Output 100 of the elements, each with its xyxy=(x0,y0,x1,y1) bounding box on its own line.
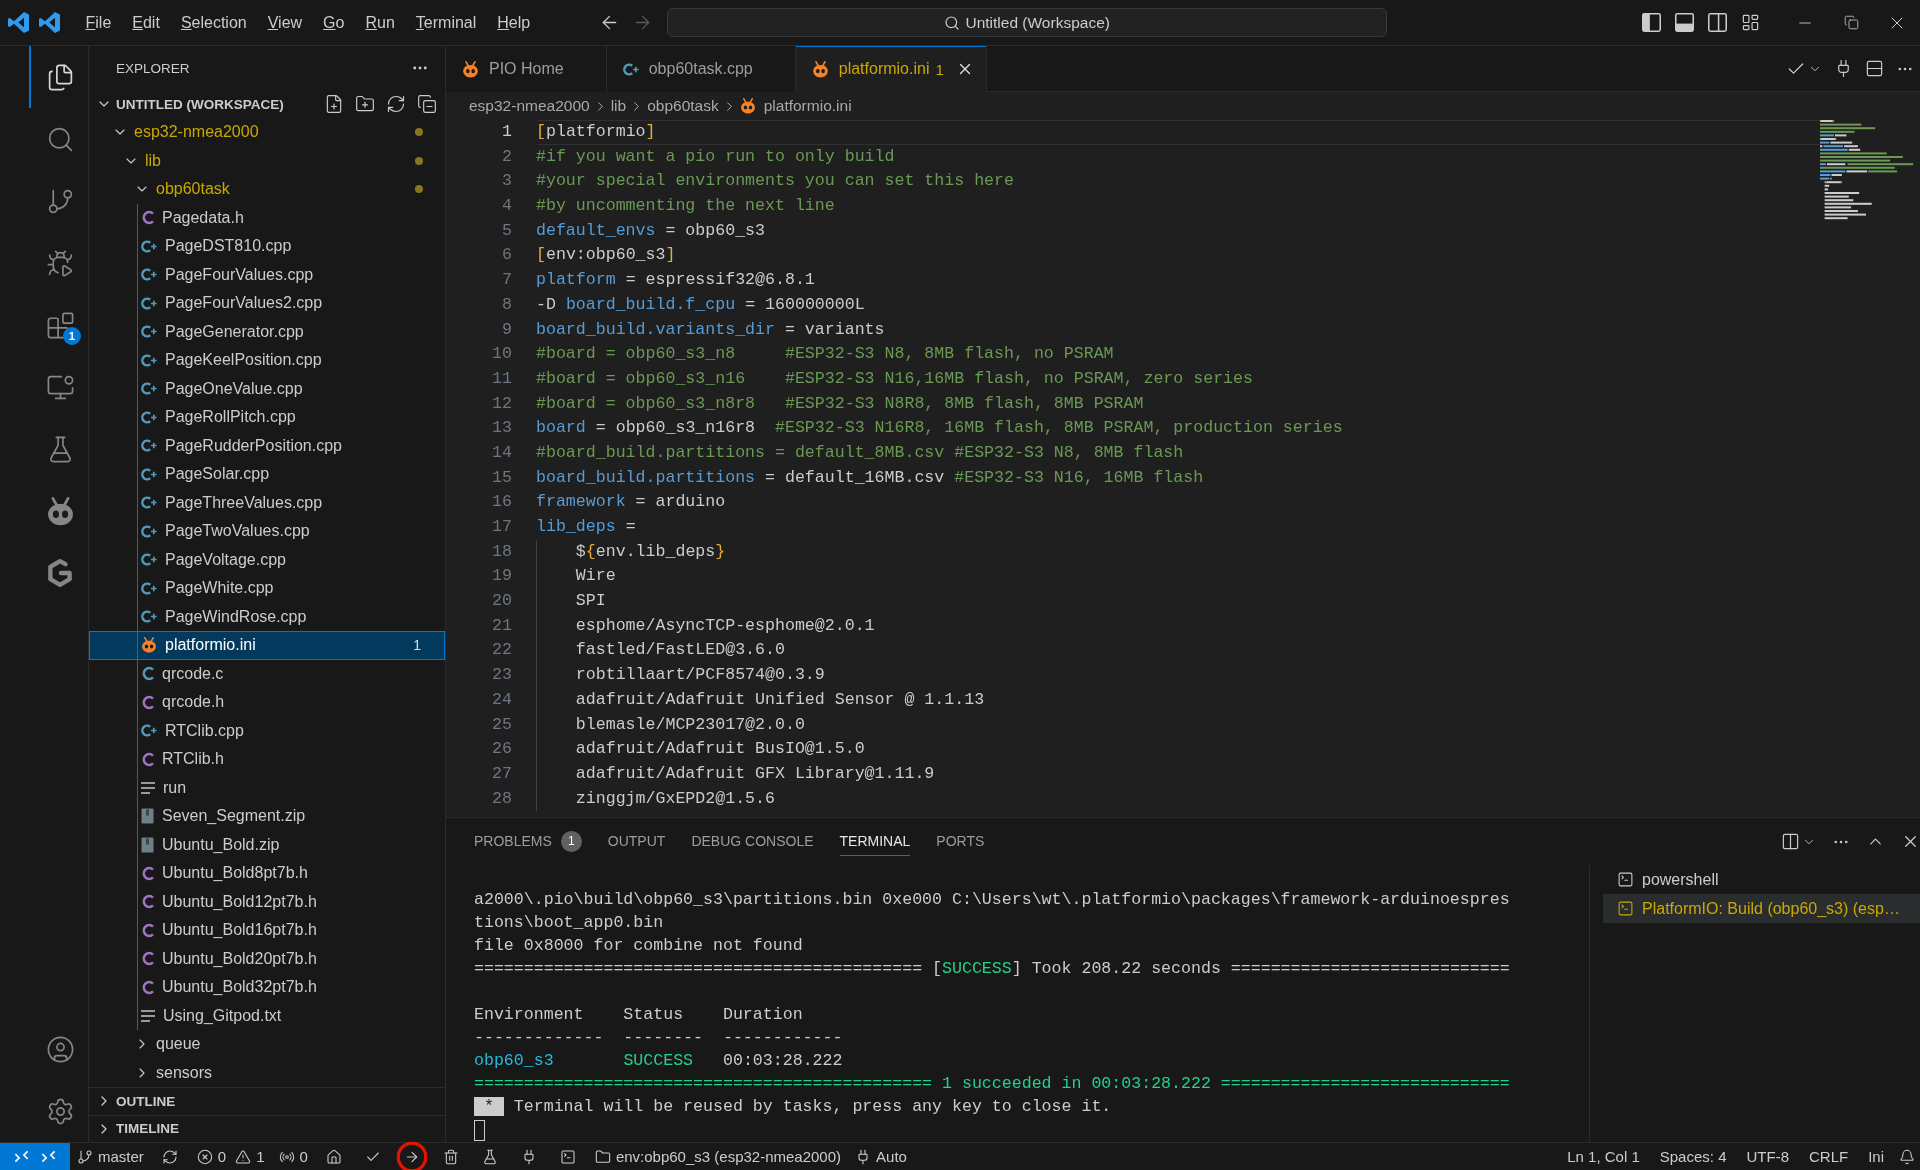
menu-item[interactable]: View xyxy=(257,7,313,38)
flask-icon[interactable] xyxy=(482,1148,499,1165)
tree-item[interactable]: PageWindRose.cpp xyxy=(89,602,445,631)
terminal-icon xyxy=(1617,900,1634,917)
new-file-icon[interactable] xyxy=(324,94,344,114)
tree-item[interactable]: PageWhite.cpp xyxy=(89,574,445,603)
line-number: 22 xyxy=(491,639,512,662)
tree-item[interactable]: Ubuntu_Bold.zip xyxy=(89,830,445,859)
error-icon xyxy=(196,1148,213,1165)
panel-tab[interactable]: PROBLEMS 1 xyxy=(474,827,582,856)
status-item[interactable]: env:obp60_s3 (esp32-nmea2000) xyxy=(587,1143,849,1170)
menu-item[interactable]: Run xyxy=(354,7,406,38)
panel-bottom-icon[interactable] xyxy=(1675,13,1694,32)
tree-item[interactable]: Ubuntu_Bold32pt7b.h xyxy=(89,973,445,1002)
tree-item[interactable]: PageFourValues2.cpp xyxy=(89,289,445,318)
status-item[interactable]: 0 xyxy=(271,1143,315,1170)
tree-item[interactable]: sensors xyxy=(89,1058,445,1087)
tree-item[interactable]: PageOneValue.cpp xyxy=(89,374,445,403)
tree-item[interactable]: Pagedata.h xyxy=(89,203,445,232)
tree-item[interactable]: Ubuntu_Bold16pt7b.h xyxy=(89,916,445,945)
menu-item[interactable]: Edit xyxy=(121,7,171,38)
editor-tab[interactable]: obp60task.cpp xyxy=(606,46,796,92)
tree-item[interactable]: PageThreeValues.cpp xyxy=(89,488,445,517)
sidebar-right-icon[interactable] xyxy=(1708,13,1727,32)
status-item[interactable]: Spaces: 4 xyxy=(1649,1143,1737,1170)
status-item[interactable]: CRLF xyxy=(1799,1143,1859,1170)
tree-item[interactable]: RTClib.cpp xyxy=(89,716,445,745)
activity-bar-button[interactable]: 1 xyxy=(29,294,89,356)
menu-item[interactable]: Terminal xyxy=(405,7,487,38)
tree-item[interactable]: PageRudderPosition.cpp xyxy=(89,431,445,460)
tree-item[interactable]: esp32-nmea2000 xyxy=(89,118,445,147)
tree-item[interactable]: Using_Gitpod.txt xyxy=(89,1001,445,1030)
editor-tab[interactable]: platformio.ini 1 xyxy=(795,46,987,92)
tree-item[interactable]: PageSolar.cpp xyxy=(89,460,445,489)
tree-item[interactable]: queue xyxy=(89,1030,445,1059)
new-folder-icon[interactable] xyxy=(355,94,375,114)
tree-item[interactable]: Ubuntu_Bold20pt7b.h xyxy=(89,944,445,973)
tree-item[interactable]: PageDST810.cpp xyxy=(89,232,445,261)
status-item[interactable]: master xyxy=(70,1143,151,1170)
sync-icon[interactable] xyxy=(162,1148,179,1165)
tree-item[interactable]: Seven_Segment.zip xyxy=(89,802,445,831)
menu-item[interactable]: Help xyxy=(486,7,541,38)
workspace-header[interactable]: UNTITLED (WORKSPACE) xyxy=(96,92,284,116)
status-item[interactable]: Auto xyxy=(848,1143,914,1170)
tree-item[interactable]: PageVoltage.cpp xyxy=(89,545,445,574)
breadcrumb-item[interactable]: obp60task xyxy=(647,97,719,115)
panel-tab[interactable]: OUTPUT xyxy=(607,827,666,856)
refresh-icon[interactable] xyxy=(386,94,406,114)
line-number: 2 xyxy=(501,145,512,168)
breadcrumb-item[interactable]: lib xyxy=(610,97,627,115)
status-item[interactable]: UTF-8 xyxy=(1736,1143,1799,1170)
layout-icon[interactable] xyxy=(1741,13,1760,32)
split-terminal-icon[interactable] xyxy=(1781,832,1800,851)
c-icon xyxy=(141,979,154,995)
code-line: platform = espressif32@6.8.1 xyxy=(536,269,815,292)
tree-item[interactable]: RTClib.h xyxy=(89,745,445,774)
menu-item[interactable]: Go xyxy=(312,7,355,38)
tree-item[interactable]: PageGenerator.cpp xyxy=(89,317,445,346)
problems-button[interactable]: 0 1 xyxy=(189,1143,272,1170)
tree-item[interactable]: run xyxy=(89,773,445,802)
alien-head-icon xyxy=(462,60,479,78)
tree-item[interactable]: Ubuntu_Bold8pt7b.h xyxy=(89,859,445,888)
status-item[interactable]: Ini xyxy=(1858,1143,1894,1170)
home-icon[interactable] xyxy=(326,1148,343,1165)
panel-tab[interactable]: DEBUG CONSOLE xyxy=(691,827,814,856)
tree-item[interactable]: Ubuntu_Bold12pt7b.h xyxy=(89,887,445,916)
collapse-all-icon[interactable] xyxy=(417,94,437,114)
menu-item[interactable]: File xyxy=(75,7,122,38)
tree-item[interactable]: qrcode.h xyxy=(89,688,445,717)
panel-tab[interactable]: TERMINAL xyxy=(839,827,911,856)
editor-tab[interactable]: PIO Home xyxy=(446,46,607,92)
section-header[interactable]: OUTLINE xyxy=(89,1087,445,1115)
panel-tab[interactable]: PORTS xyxy=(936,827,985,856)
tree-item[interactable]: PageFourValues.cpp xyxy=(89,260,445,289)
search-icon xyxy=(943,14,960,31)
command-center[interactable]: Untitled (Workspace) xyxy=(666,8,1387,37)
terminal-icon[interactable] xyxy=(560,1148,577,1165)
tree-item[interactable]: PageTwoValues.cpp xyxy=(89,517,445,546)
breadcrumb-item[interactable]: esp32-nmea2000 xyxy=(469,97,590,115)
sidebar-left-icon[interactable] xyxy=(1642,13,1661,32)
code-line: Wire xyxy=(575,565,616,588)
trash-icon[interactable] xyxy=(443,1148,460,1165)
remote-button[interactable] xyxy=(0,1143,70,1170)
terminal-session[interactable]: PlatformIO: Build (obp60_s3) (esp… xyxy=(1603,894,1920,923)
menu-item[interactable]: Selection xyxy=(170,7,258,38)
breadcrumb-item[interactable]: platformio.ini xyxy=(739,97,852,115)
c-icon xyxy=(141,666,154,682)
line-number: 28 xyxy=(491,787,512,810)
tree-item[interactable]: qrcode.c xyxy=(89,659,445,688)
bell-icon[interactable] xyxy=(1899,1148,1915,1165)
tree-item[interactable]: PageRollPitch.cpp xyxy=(89,403,445,432)
terminal-session[interactable]: powershell xyxy=(1603,865,1920,894)
tree-item[interactable]: platformio.ini 1 xyxy=(89,631,445,660)
line-number: 10 xyxy=(491,343,512,366)
split-editor-icon[interactable] xyxy=(1865,59,1884,78)
tree-item[interactable]: obp60task xyxy=(89,175,445,204)
restore-icon[interactable] xyxy=(1843,15,1859,30)
tree-item[interactable]: lib xyxy=(89,146,445,175)
tree-item[interactable]: PageKeelPosition.cpp xyxy=(89,346,445,375)
status-item[interactable]: Ln 1, Col 1 xyxy=(1557,1143,1650,1170)
